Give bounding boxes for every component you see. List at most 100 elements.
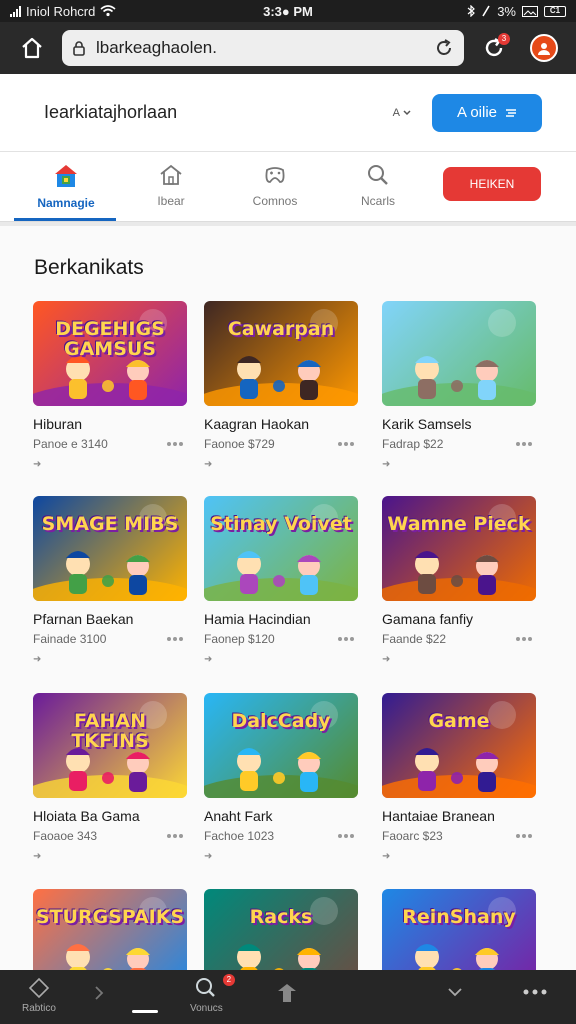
home-button[interactable] [12, 28, 52, 68]
more-options-icon[interactable] [338, 834, 354, 838]
game-title: Gamana fanfiy [382, 611, 474, 627]
game-logo-text: STURGSPAIKS [35, 906, 185, 928]
active-tab-indicator [14, 218, 116, 221]
game-thumbnail: Racks [204, 889, 358, 970]
filter-icon [506, 108, 517, 117]
game-price: Faoaoe 343 [33, 829, 98, 843]
more-options-icon[interactable] [516, 442, 532, 446]
battery-percent: 3% [497, 3, 516, 19]
game-price: Fachoe 1023 [204, 829, 275, 843]
tab-search[interactable]: Ncarls [328, 162, 428, 216]
game-artwork [415, 897, 516, 970]
bottom-item-badge: 2 [222, 974, 235, 986]
game-meta: Panoe e 3140 [33, 437, 183, 451]
arrow-icon: ➜ [33, 851, 42, 862]
bottom-item-search[interactable]: Vonucs 2 [190, 974, 235, 1014]
game-thumbnail: Cawarpan [204, 301, 358, 406]
game-logo-text: Game [428, 710, 490, 732]
more-options-icon[interactable] [516, 834, 532, 838]
more-options-icon[interactable] [338, 442, 354, 446]
game-artwork [382, 701, 536, 798]
game-logo-text: SMAGE MIBS [41, 513, 179, 535]
tab-label: Comnos [252, 194, 298, 208]
game-artwork [33, 504, 187, 601]
bottom-item-shapes[interactable]: Rabtico [22, 976, 56, 1014]
game-card[interactable]: DalcCady Anaht Fark Fachoe 1023 ➜ [204, 693, 366, 868]
home-indicator [132, 1010, 158, 1013]
notifications-button[interactable]: 3 [474, 28, 514, 68]
address-bar[interactable]: lbarkeaghaolen. [62, 30, 464, 66]
more-options-icon[interactable] [167, 442, 183, 446]
profile-button[interactable] [524, 28, 564, 68]
game-thumbnail: ReinShany [382, 889, 536, 970]
tab-label: Namnagie [37, 196, 95, 210]
status-bar: Iniol Rohcrd 3:3● PM 3% C1 [0, 0, 576, 22]
arrow-icon: ➜ [33, 654, 42, 665]
arrow-icon: ➜ [204, 851, 213, 862]
game-artwork [204, 309, 358, 406]
search-icon [368, 165, 388, 185]
gamepad-icon [265, 167, 285, 183]
carrier-name: Iniol Rohcrd [26, 3, 96, 19]
game-artwork [237, 897, 338, 970]
wifi-icon [100, 5, 116, 17]
game-card[interactable]: Cawarpan Kaagran Haokan Faonoe $729 ➜ [204, 301, 366, 476]
reload-icon[interactable] [434, 38, 454, 58]
game-card[interactable]: SMAGE MIBS Pfarnan Baekan Fainade 3100 ➜ [33, 496, 195, 671]
game-card[interactable]: Wamne Pieck Gamana fanfiy Faande $22 ➜ [382, 496, 544, 671]
sort-label: A [392, 106, 400, 119]
game-meta: Fachoe 1023 [204, 829, 354, 843]
main-content: Berkanikats DEGEHIGS GAMSUS Hiburan Panoe … [0, 222, 576, 970]
sort-dropdown[interactable]: A [393, 107, 412, 119]
bottom-item-more[interactable] [522, 988, 548, 996]
chevron-down-icon [403, 109, 411, 115]
red-action-button[interactable]: HEIKEN [443, 167, 541, 201]
game-card[interactable]: DEGEHIGS GAMSUS Hiburan Panoe e 3140 ➜ [33, 301, 195, 476]
game-artwork [382, 309, 536, 406]
more-options-icon[interactable] [167, 637, 183, 641]
game-meta: Faonoe $729 [204, 437, 354, 451]
browser-toolbar: lbarkeaghaolen. 3 [0, 22, 576, 74]
game-meta: Fadrap $22 [382, 437, 532, 451]
bottom-item-label: Vonucs [190, 1003, 223, 1014]
avatar [530, 34, 558, 62]
tab-home[interactable]: Ibear [121, 162, 221, 216]
arrow-icon: ➜ [204, 654, 213, 665]
game-card[interactable]: Karik Samsels Fadrap $22 ➜ [382, 301, 544, 476]
bottom-item-forward[interactable] [92, 984, 106, 1002]
more-options-icon[interactable] [167, 834, 183, 838]
game-card[interactable]: Stinay Voivet Hamia Hacindian Faonep $120 ➜ [204, 496, 366, 671]
game-thumbnail: STURGSPAIKS [33, 889, 187, 970]
page-header: Iearkiatajhorlaan A A oilie [0, 74, 576, 152]
primary-action-button[interactable]: A oilie [432, 93, 542, 132]
game-card[interactable]: ReinShany [382, 889, 544, 970]
game-logo-text: Racks [249, 906, 313, 928]
game-card[interactable]: FAHAN TKFINS Hloiata Ba Gama Faoaoe 343 ➜ [33, 693, 195, 868]
home-icon [22, 37, 42, 59]
game-card[interactable]: Game Hantaiae Branean Faoarc $23 ➜ [382, 693, 544, 868]
game-title: Karik Samsels [382, 416, 472, 432]
game-thumbnail: Game [382, 693, 536, 798]
bottom-item-collapse[interactable] [446, 986, 464, 998]
game-artwork [382, 504, 536, 601]
bottom-item-upload[interactable] [276, 982, 298, 1004]
tab-store[interactable]: Namnagie [16, 162, 116, 216]
game-thumbnail: DEGEHIGS GAMSUS [33, 301, 187, 406]
shapes-icon [28, 977, 50, 999]
game-meta: Faonep $120 [204, 632, 354, 646]
game-card[interactable]: Racks [204, 889, 366, 970]
game-meta: Faoaoe 343 [33, 829, 183, 843]
chevron-right-icon [95, 986, 104, 1000]
game-thumbnail: SMAGE MIBS [33, 496, 187, 601]
more-options-icon[interactable] [516, 637, 532, 641]
store-icon [55, 165, 77, 187]
signal-icon [10, 5, 21, 17]
more-options-icon[interactable] [338, 637, 354, 641]
bottom-item-label: Rabtico [22, 1003, 56, 1014]
game-logo-text: ReinShany [402, 906, 516, 928]
game-logo-text: DalcCady [231, 710, 331, 732]
game-card[interactable]: STURGSPAIKS [33, 889, 195, 970]
game-thumbnail: Wamne Pieck [382, 496, 536, 601]
game-logo-text: FAHAN TKFINS [71, 710, 149, 752]
tab-games[interactable]: Comnos [225, 162, 325, 216]
